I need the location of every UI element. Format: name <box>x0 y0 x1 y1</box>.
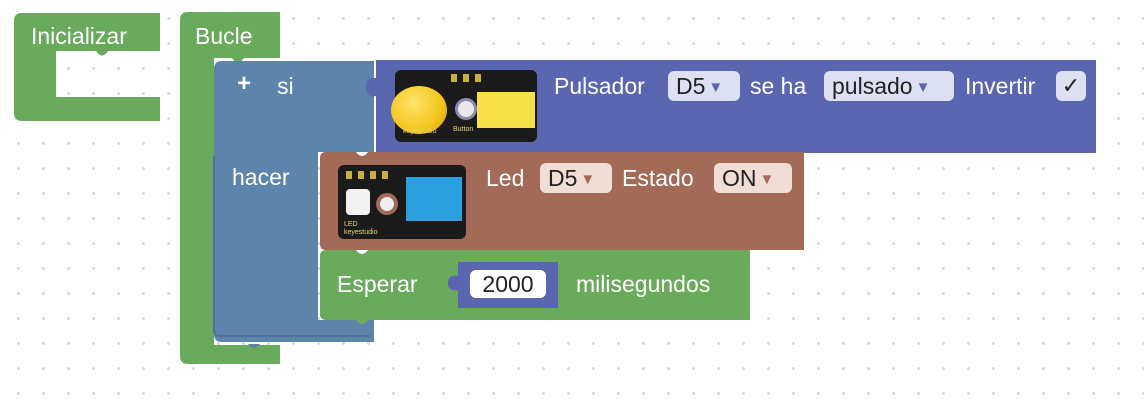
button-pins <box>451 74 487 82</box>
chevron-down-icon: ▼ <box>708 79 724 96</box>
button-module-name: Button <box>453 126 474 133</box>
led-pins <box>346 171 394 179</box>
init-block[interactable]: Inicializar <box>0 0 170 130</box>
button-body-yellow <box>477 92 535 128</box>
button-screw-icon <box>455 98 477 120</box>
led-bulb-icon <box>346 189 370 215</box>
chevron-down-icon: ▼ <box>580 171 596 188</box>
button-module-brand: keyestudio <box>403 128 437 135</box>
button-block[interactable]: keyestudio Button Pulsador D5 ▼ se ha pul… <box>362 60 1098 154</box>
do-label: hacer <box>232 164 290 190</box>
chevron-down-icon: ▼ <box>915 79 931 96</box>
if-label: si <box>277 73 294 99</box>
led-body-blue <box>406 177 462 221</box>
led-module-name: LED <box>344 221 358 228</box>
led-screw-icon <box>376 193 398 215</box>
if-mutator-plus[interactable]: + <box>237 71 251 97</box>
chevron-down-icon: ▼ <box>759 171 775 188</box>
led-state-value: ON <box>722 165 757 191</box>
led-pin-value: D5 <box>548 165 578 191</box>
led-pin-dropdown[interactable]: D5 ▼ <box>540 163 612 193</box>
led-module-brand: keyestudio <box>344 229 378 236</box>
wait-block[interactable]: Esperar 2000 milisegundos <box>318 250 754 328</box>
button-cap-icon <box>391 86 447 134</box>
invert-label: Invertir <box>965 73 1036 99</box>
button-label: Pulsador <box>554 73 645 99</box>
button-mid-label: se ha <box>750 73 807 99</box>
wait-label: Esperar <box>337 271 418 297</box>
led-state-dropdown[interactable]: ON ▼ <box>714 163 792 193</box>
checkmark-icon: ✓ <box>1061 73 1081 98</box>
number-block[interactable]: 2000 <box>446 260 560 310</box>
button-module-image: keyestudio Button <box>391 70 537 142</box>
button-pin-value: D5 <box>676 73 706 99</box>
wait-duration-input[interactable]: 2000 <box>470 270 546 298</box>
led-module-image: LED keyestudio <box>338 165 466 239</box>
invert-checkbox[interactable]: ✓ <box>1056 71 1086 101</box>
button-state-value: pulsado <box>832 73 913 99</box>
loop-label: Bucle <box>195 23 253 49</box>
led-label: Led <box>486 165 525 191</box>
button-pin-dropdown[interactable]: D5 ▼ <box>668 71 740 101</box>
button-state-dropdown[interactable]: pulsado ▼ <box>824 71 954 101</box>
init-label: Inicializar <box>31 23 127 49</box>
led-state-label: Estado <box>622 165 694 191</box>
init-block-shape <box>14 13 160 121</box>
wait-unit-label: milisegundos <box>576 271 711 297</box>
led-block[interactable]: LED keyestudio Led D5 ▼ Estado ON ▼ <box>318 152 806 252</box>
